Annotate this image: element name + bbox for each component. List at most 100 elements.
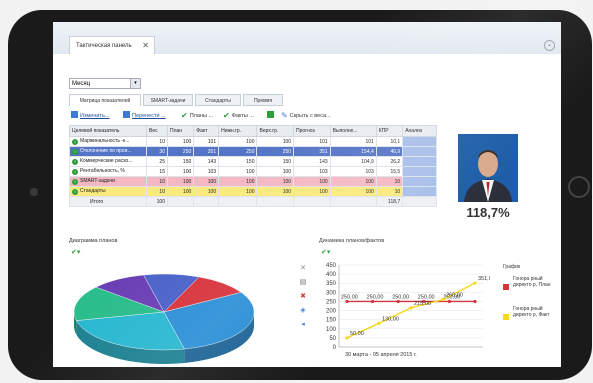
collapse-icon[interactable]: ⌄ <box>544 40 555 51</box>
table-cell: 250 <box>218 146 258 157</box>
table-cell: 154,4 <box>329 146 377 157</box>
table-row[interactable]: ! Отклонение по прои... 30 250 351 250 250 351 1… <box>69 146 437 157</box>
line-chart: 450 400 350 300 250 200 150 100 50 0 30 марта - 05… <box>326 263 490 358</box>
check-icon: ✔ <box>181 111 188 120</box>
data-label: 215,00 <box>414 301 431 307</box>
table-cell: 100 <box>193 186 220 197</box>
y-tick-label: 350 <box>326 281 337 287</box>
print-icon[interactable]: ▤ <box>299 279 307 287</box>
total-label: Итого <box>69 196 147 207</box>
sound-icon[interactable]: ◂ <box>299 321 307 329</box>
status-icon: ! <box>72 189 78 195</box>
hide-weights-button[interactable]: ✎ Скрыть с веса... <box>281 110 331 122</box>
home-button[interactable] <box>568 176 590 198</box>
table-cell: 351 <box>193 146 220 157</box>
check-icon[interactable]: ✔▾ <box>71 248 80 256</box>
chart-legend: График Гонора рный директо р, План Гонор… <box>503 264 559 320</box>
y-tick-label: 0 <box>333 345 337 351</box>
table-row[interactable]: ! Маржинальность -к... 10 100 101 100 100 101 10… <box>69 136 437 147</box>
col-header[interactable]: Факт <box>193 125 220 137</box>
table-cell: 100 <box>329 186 377 197</box>
y-tick-label: 100 <box>326 327 337 333</box>
status-icon: ! <box>72 179 78 185</box>
col-header[interactable]: План <box>166 125 195 137</box>
col-header[interactable]: Верх.гр. <box>256 125 295 137</box>
col-header[interactable]: Вес <box>146 125 168 137</box>
period-value: Месяц <box>72 81 91 87</box>
chart-button[interactable] <box>267 110 276 122</box>
table-cell <box>402 166 437 177</box>
line-title: Динамика планов/фактов <box>319 238 385 244</box>
close-icon[interactable]: ✕ <box>142 37 149 55</box>
table-cell: 15,5 <box>375 166 404 177</box>
col-header[interactable]: Анализ <box>402 125 437 137</box>
pie-chart <box>73 273 255 364</box>
col-header[interactable]: Нижн.гр. <box>218 125 258 137</box>
y-tick-label: 450 <box>326 263 337 269</box>
indicator-name: Коммерческие расхо... <box>80 158 133 164</box>
legend-swatch <box>503 314 509 320</box>
check-icon[interactable]: ✔▾ <box>321 248 330 256</box>
plans-button[interactable]: ✔ Планы ... <box>181 110 213 122</box>
col-header[interactable]: КПР <box>375 125 404 137</box>
tab-kpi-matrix[interactable]: Матрица показателей <box>69 94 141 106</box>
person-portrait <box>458 134 518 202</box>
pie-title: Диаграмма планов <box>69 238 118 244</box>
facts-button[interactable]: ✔ Факты ... <box>223 110 254 122</box>
table-cell: 100 <box>256 176 295 187</box>
table-cell: 101 <box>329 136 377 147</box>
table-cell: 26,2 <box>375 156 404 167</box>
tab-standards[interactable]: Стандарты <box>195 94 241 106</box>
table-row[interactable]: ! SMART-задачи 10 100 100 100 100 100 100 10 <box>69 176 437 187</box>
brush-icon: ✎ <box>281 111 288 120</box>
legend-item-plan: Гонора рный директо р, План <box>503 276 559 290</box>
table-cell: 103 <box>293 166 331 177</box>
y-tick-label: 250 <box>326 299 337 305</box>
table-cell: 101 <box>293 136 331 147</box>
tab-tactical-panel[interactable]: Тактическая панель ✕ <box>69 36 155 54</box>
delete-icon[interactable]: ✖ <box>299 293 307 301</box>
data-point <box>473 299 477 304</box>
table-cell: 100 <box>256 186 295 197</box>
transfer-button[interactable]: Перенести ... <box>123 110 166 122</box>
tab-bonus[interactable]: Премия <box>243 94 283 106</box>
table-cell <box>402 156 437 167</box>
col-header[interactable]: Выполне... <box>329 125 377 137</box>
hide-weights-label: Скрыть с веса... <box>289 113 331 119</box>
data-label: 250,00 <box>392 294 409 300</box>
status-icon: ! <box>72 159 78 165</box>
chevron-down-icon[interactable]: ▾ <box>130 79 140 88</box>
settings-icon[interactable]: ◈ <box>299 307 307 315</box>
row-indicator-name: ! Отклонение по прои... <box>69 146 147 157</box>
y-tick-label: 400 <box>326 272 337 278</box>
table-cell <box>402 186 437 197</box>
row-indicator-name: ! Рентабельность, % <box>69 166 147 177</box>
change-button[interactable]: Изменить... <box>71 110 109 122</box>
table-row[interactable]: ! Стандарты 10 100 100 100 100 100 100 10 <box>69 186 437 197</box>
x-axis-label: 30 марта - 05 апреля 2015 г. <box>345 352 417 358</box>
period-select[interactable]: Месяц ▾ <box>69 78 141 89</box>
col-header[interactable]: Прогноз <box>293 125 331 137</box>
indicator-name: SMART-задачи <box>80 178 115 184</box>
table-cell: 100 <box>193 176 220 187</box>
data-point <box>409 306 413 310</box>
table-cell: 143 <box>193 156 220 167</box>
data-label: 250,00 <box>418 294 435 300</box>
table-cell: 10 <box>146 186 168 197</box>
table-row[interactable]: ! Рентабельность, % 15 100 103 100 100 103 103 15… <box>69 166 437 177</box>
data-point <box>377 321 381 325</box>
table-cell: 100 <box>218 186 258 197</box>
tab-smart-tasks[interactable]: SMART-задачи <box>143 94 193 106</box>
y-tick-label: 300 <box>326 290 337 296</box>
table-cell <box>193 196 220 207</box>
col-header[interactable]: Целевой показатель <box>69 125 147 137</box>
status-icon: ! <box>72 139 78 145</box>
indicator-name: Отклонение по прои... <box>80 148 132 154</box>
edit-icon <box>71 111 78 118</box>
close-icon[interactable]: ✕ <box>299 265 307 273</box>
table-cell <box>329 196 377 207</box>
table-cell: 10,1 <box>375 136 404 147</box>
table-cell: 100 <box>166 136 195 147</box>
table-row[interactable]: ! Коммерческие расхо... 25 150 143 150 150 143 1… <box>69 156 437 167</box>
table-cell <box>402 136 437 147</box>
